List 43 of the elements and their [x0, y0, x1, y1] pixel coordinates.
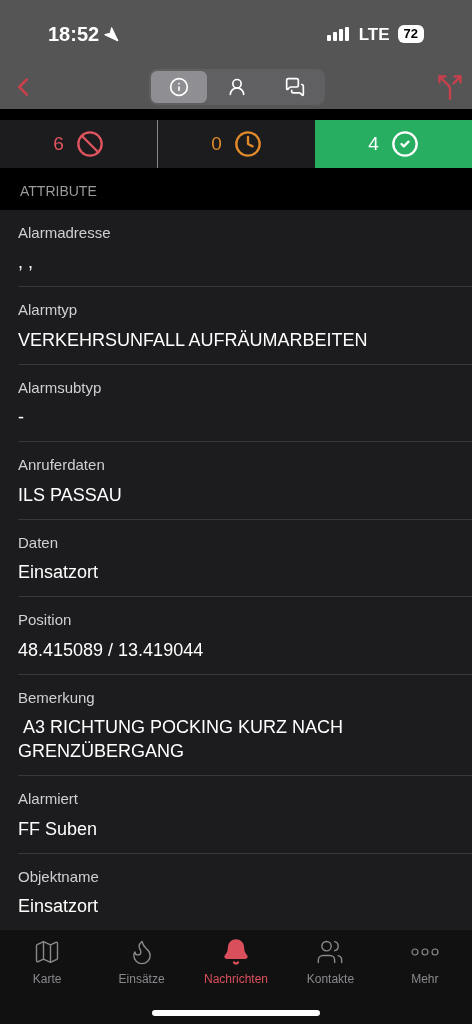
chat-bubbles-icon: [285, 76, 305, 97]
info-icon: [169, 76, 189, 97]
tab-bar-item[interactable]: Karte: [0, 938, 95, 989]
more-icon: [410, 948, 439, 957]
attribute-value: Einsatzort: [18, 895, 100, 919]
clock-icon: [233, 129, 262, 158]
status-counter[interactable]: 6: [0, 119, 157, 168]
clock-time: 18:52: [48, 22, 100, 48]
segment-tab[interactable]: [151, 70, 207, 103]
attribute-value: A3 RICHTUNG POCKING KURZ NACH GRENZÜBERGANG: [18, 716, 345, 764]
attribute-value: -: [18, 406, 25, 430]
network-label: LTE: [358, 23, 390, 46]
tab-bar-item[interactable]: Nachrichten: [188, 938, 284, 989]
attribute-label: Anruferdaten: [18, 455, 106, 476]
attribute-label: Alarmsubtyp: [18, 377, 103, 398]
attribute-value: Einsatzort: [18, 561, 100, 585]
signal-icon: [326, 27, 351, 42]
bell-icon: [222, 938, 250, 967]
person-icon: [227, 76, 247, 97]
attribute-value: , ,: [18, 251, 34, 275]
attribute-label: Alarmiert: [18, 789, 79, 810]
attribute-label: Alarmadresse: [18, 222, 112, 243]
tab-bar-item[interactable]: Einsätze: [94, 938, 189, 989]
attribute-label: Objektname: [18, 866, 100, 887]
status-counter[interactable]: 4: [315, 119, 472, 168]
attribute-label: Daten: [18, 532, 60, 553]
attribute-label: Bemerkung: [18, 687, 96, 708]
tab-bar-item[interactable]: Mehr: [377, 938, 472, 989]
section-title: ATTRIBUTE: [20, 181, 97, 201]
prohibited-icon: [75, 129, 104, 158]
attribute-value: ILS PASSAU: [18, 483, 123, 507]
counter-value: 6: [53, 131, 64, 156]
attribute-value: FF Suben: [18, 817, 99, 841]
attribute-label: Position: [18, 610, 73, 631]
attribute-value: VERKEHRSUNFALL AUFRÄUMARBEITEN: [18, 328, 369, 352]
tab-bar-item[interactable]: Kontakte: [283, 938, 378, 989]
location-arrow-icon: [103, 26, 120, 43]
attribute-label: Alarmtyp: [18, 300, 79, 321]
counter-value: 4: [368, 131, 379, 156]
attribute-value: 48.415089 / 13.419044: [18, 638, 205, 662]
check-circle-icon: [390, 129, 419, 158]
counter-value: 0: [211, 131, 222, 156]
battery-indicator: 72: [397, 25, 424, 44]
